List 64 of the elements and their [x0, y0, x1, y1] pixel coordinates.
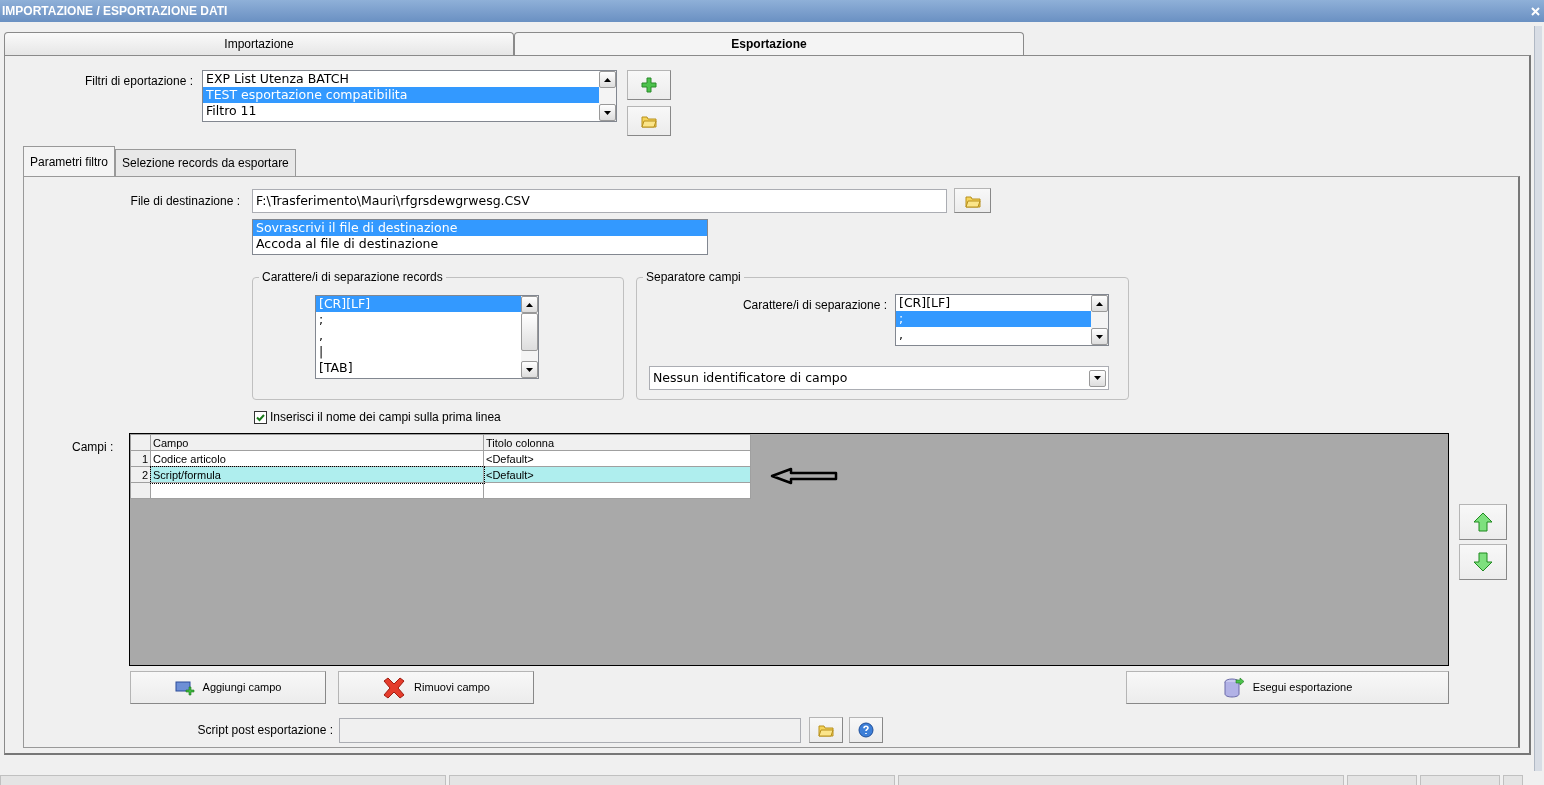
- scrollbar[interactable]: [599, 71, 616, 121]
- action-button[interactable]: Rimuovi campo: [338, 671, 534, 704]
- down-arrow-icon: [1473, 552, 1493, 572]
- field-label: File di destinazione :: [129, 192, 240, 210]
- list-item[interactable]: Accoda al file di destinazione: [253, 236, 707, 252]
- cross-icon: [382, 676, 407, 699]
- folder-icon: [641, 114, 657, 128]
- scroll-down-icon: [1096, 334, 1103, 339]
- field-label: Script post esportazione :: [196, 722, 333, 739]
- field-label: Filtri di eportazione :: [83, 73, 193, 90]
- scroll-down-icon: [526, 367, 533, 372]
- dropdown-caret-icon: [1094, 376, 1101, 380]
- checkbox-label: Inserisci il nome dei campi sulla prima linea: [270, 409, 501, 426]
- scroll-up-icon: [604, 77, 611, 82]
- scroll-up-icon: [1096, 301, 1103, 306]
- list-item[interactable]: |: [316, 344, 521, 360]
- left-arrow-drawing: [769, 466, 839, 486]
- browse-folder-button[interactable]: [954, 188, 991, 213]
- group-title: Separatore campi: [643, 270, 744, 285]
- list-item[interactable]: Filtro 11: [203, 103, 599, 119]
- move-up-button[interactable]: [1459, 504, 1507, 540]
- folder-icon: [818, 723, 834, 737]
- status-bar-segment: [1347, 775, 1417, 785]
- up-arrow-icon: [1473, 512, 1493, 532]
- column-header[interactable]: Campo: [150, 434, 484, 451]
- help-button[interactable]: [849, 717, 883, 743]
- browse-folder-button[interactable]: [809, 717, 843, 743]
- status-bar-segment: [1503, 775, 1523, 785]
- action-button[interactable]: Aggiungi campo: [130, 671, 326, 704]
- tab[interactable]: Parametri filtro: [23, 146, 116, 176]
- column-header[interactable]: Titolo colonna: [483, 434, 751, 451]
- list-item[interactable]: [CR][LF]: [896, 295, 1091, 311]
- plus-icon: [641, 77, 657, 93]
- list-item[interactable]: ;: [316, 312, 521, 328]
- table-add-icon: [174, 679, 195, 696]
- table-cell[interactable]: <Default>: [483, 450, 751, 467]
- help-icon: [858, 722, 874, 738]
- tab[interactable]: Selezione records da esportare: [115, 149, 296, 176]
- scrollbar[interactable]: [521, 296, 538, 378]
- list-item[interactable]: ,: [896, 327, 1091, 343]
- dropdown[interactable]: Nessun identificatore di campo: [649, 366, 1109, 390]
- scroll-up-icon: [526, 302, 533, 307]
- scrollbar[interactable]: [1534, 26, 1542, 771]
- table-cell[interactable]: Script/formula: [150, 466, 484, 483]
- action-button[interactable]: Esegui esportazione: [1126, 671, 1449, 704]
- checkbox[interactable]: [254, 410, 267, 424]
- group-title: Carattere/i di separazione records: [259, 270, 446, 285]
- list-item[interactable]: [TAB]: [316, 360, 521, 376]
- field-label: Carattere/i di separazione :: [741, 297, 887, 314]
- scrollbar[interactable]: [1091, 295, 1108, 345]
- database-export-icon: [1222, 676, 1245, 699]
- file-path-field[interactable]: F:\Trasferimento\Mauri\rfgrsdewgrwesg.CSV: [252, 188, 947, 213]
- open-folder-button[interactable]: [627, 106, 671, 136]
- list-item[interactable]: ,: [316, 328, 521, 344]
- tab[interactable]: Importazione: [4, 32, 514, 55]
- scroll-down-icon: [604, 110, 611, 115]
- window-title: IMPORTAZIONE / ESPORTAZIONE DATI: [2, 3, 228, 20]
- close-icon: [1531, 6, 1540, 16]
- add-button[interactable]: [627, 70, 671, 100]
- tab[interactable]: Esportazione: [514, 32, 1024, 55]
- field-label: Campi :: [72, 439, 115, 456]
- folder-icon: [964, 193, 981, 208]
- list-item[interactable]: EXP List Utenza BATCH: [203, 71, 599, 87]
- move-down-button[interactable]: [1459, 544, 1507, 580]
